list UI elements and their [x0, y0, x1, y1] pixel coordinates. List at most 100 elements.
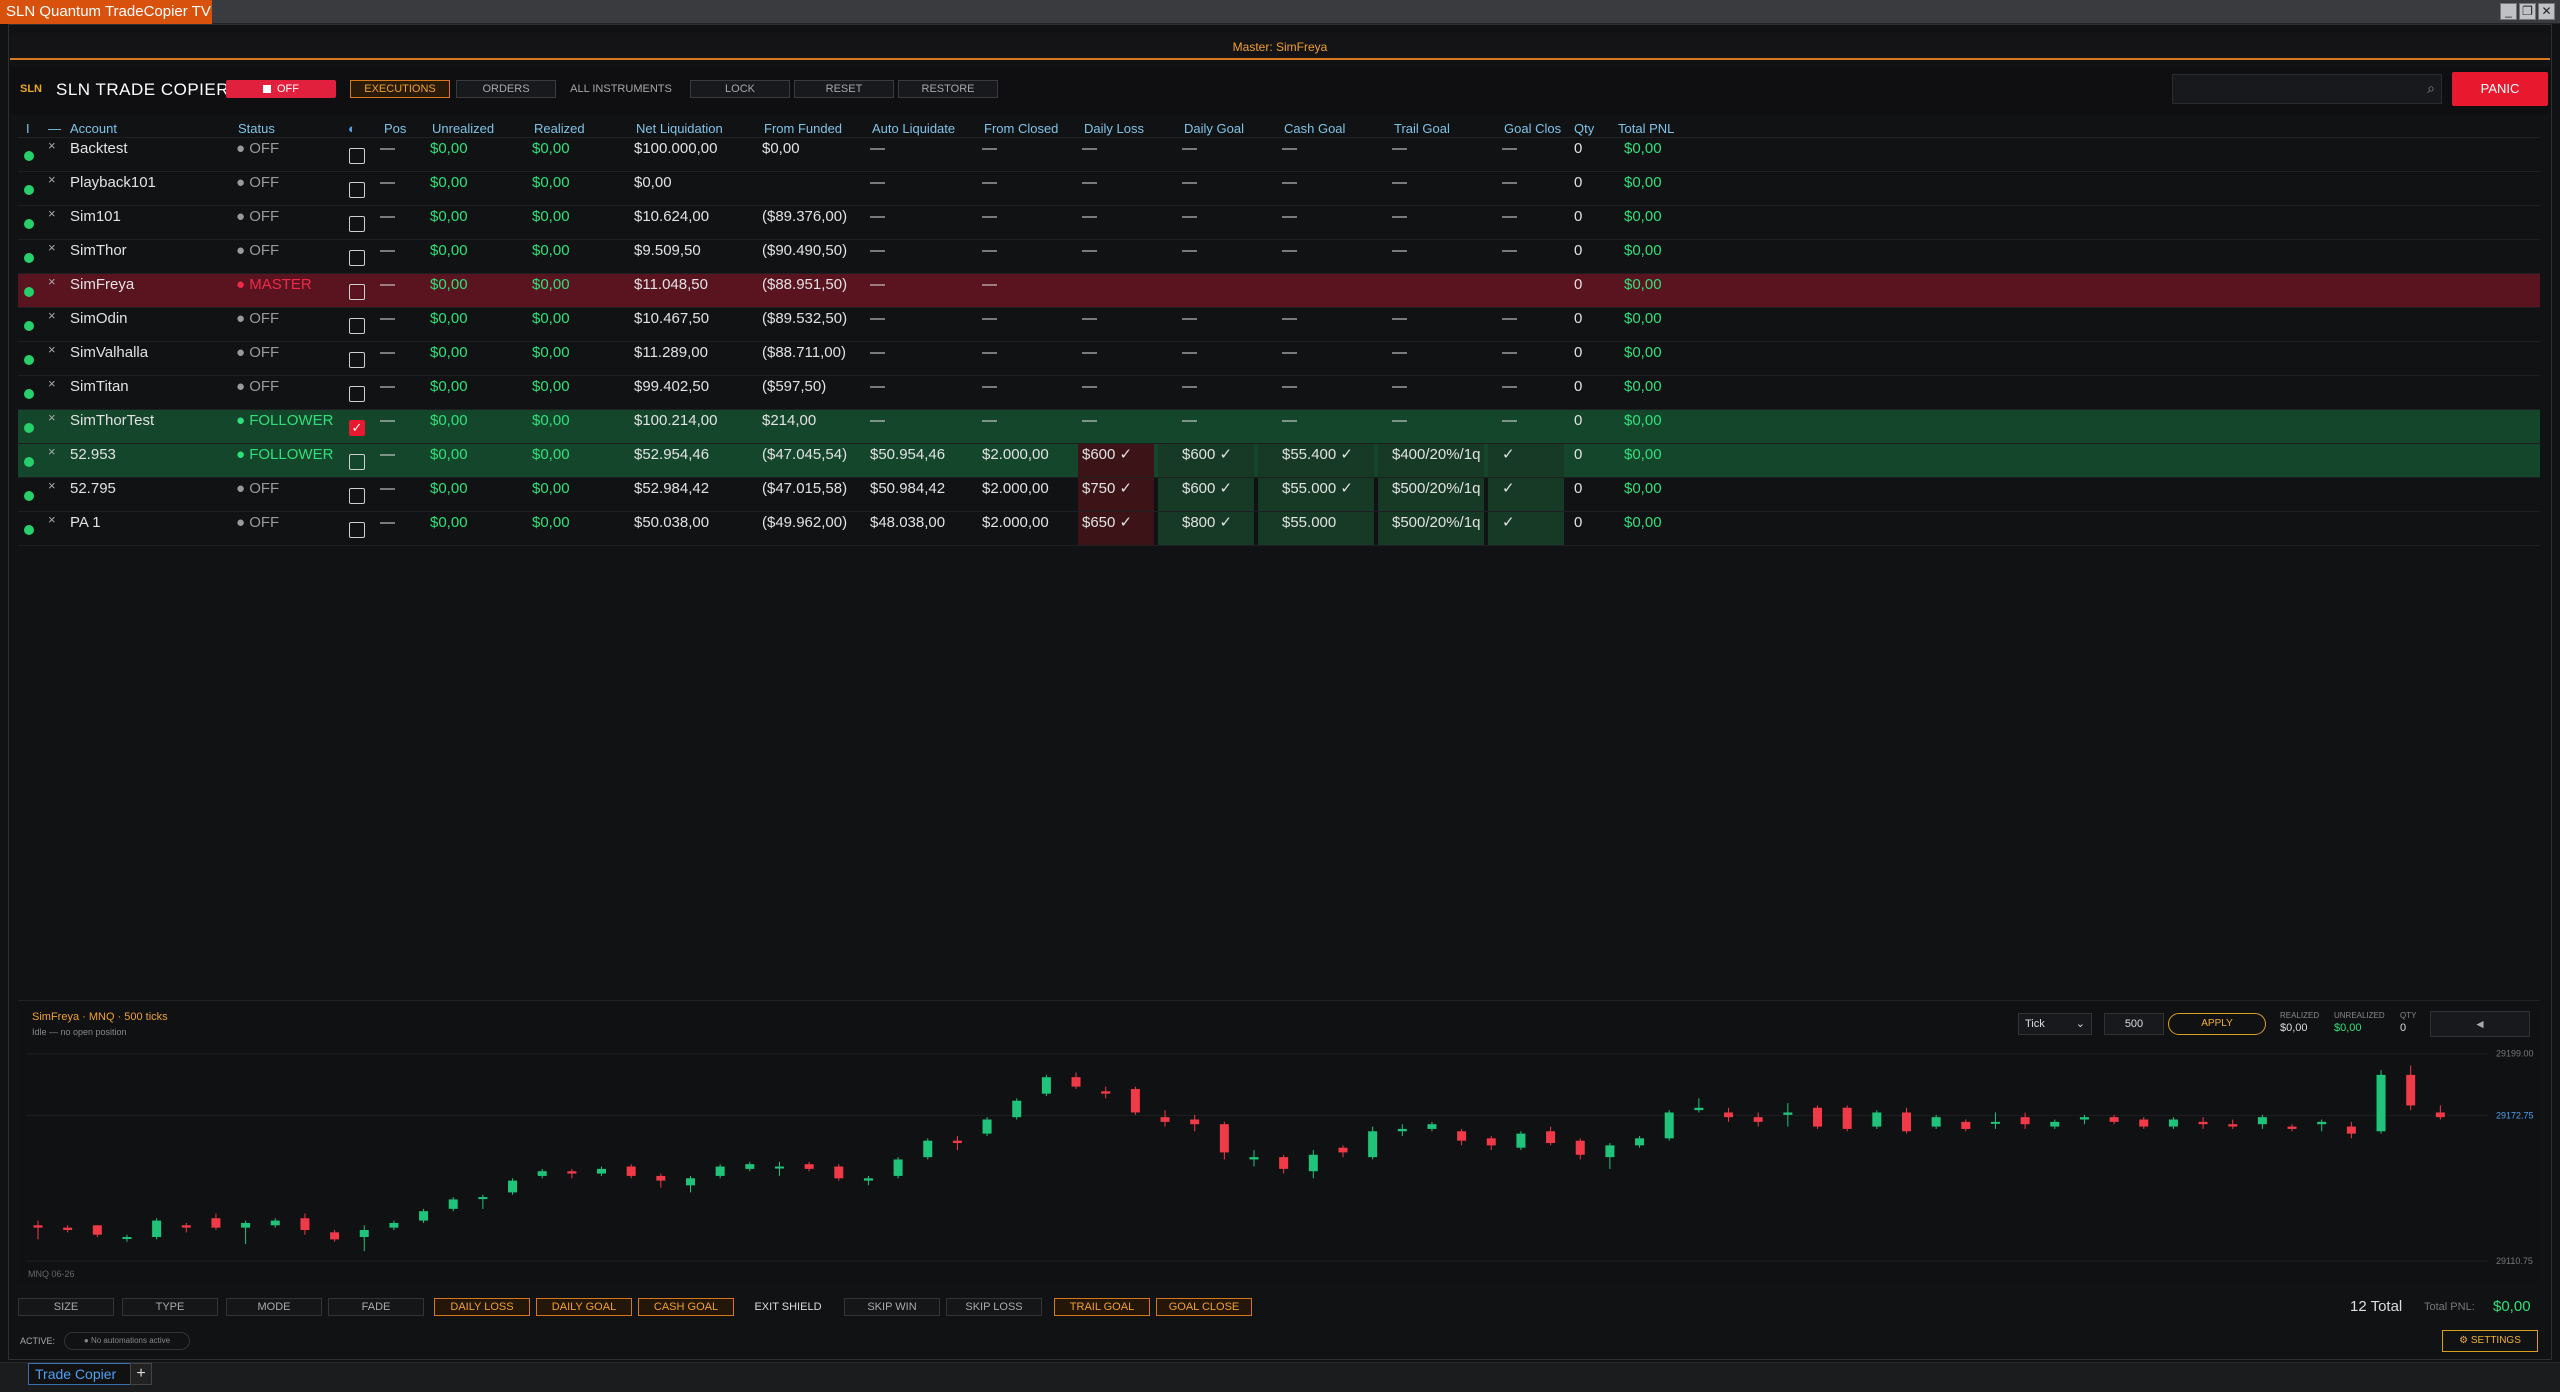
toolbar-trail-goal-button[interactable]: TRAIL GOAL — [1054, 1298, 1150, 1316]
toolbar-exit-shield-button[interactable]: EXIT SHIELD — [740, 1298, 836, 1316]
table-row[interactable]: × Playback101 ● OFF — $0,00 $0,00 $0,00 — — — — — — —… — [18, 172, 2540, 206]
cell-account[interactable]: Backtest — [70, 138, 128, 171]
shield-icon[interactable]: ◐ — [348, 121, 356, 136]
table-row[interactable]: × SimThor ● OFF — $0,00 $0,00 $9.509,50 ($90.49… — [18, 240, 2540, 274]
remove-account-icon[interactable]: × — [48, 271, 56, 304]
settings-button[interactable]: ⚙ SETTINGS — [2442, 1330, 2538, 1352]
tab-orders[interactable]: ORDERS — [456, 80, 556, 98]
remove-account-icon[interactable]: × — [48, 203, 56, 236]
toolbar-cash-goal-button[interactable]: CASH GOAL — [638, 1298, 734, 1316]
search-input[interactable]: ⌕ — [2172, 74, 2442, 104]
cell-account[interactable]: PA 1 — [70, 512, 101, 545]
copy-checkbox[interactable] — [349, 182, 365, 198]
toolbar-type-button[interactable]: TYPE — [122, 1298, 218, 1316]
remove-account-icon[interactable]: × — [48, 475, 56, 508]
collapse-button[interactable]: ◄ — [2430, 1011, 2530, 1037]
add-tab-button[interactable]: + — [130, 1363, 152, 1385]
cell-account[interactable]: 52.795 — [70, 478, 116, 511]
remove-account-icon[interactable]: × — [48, 237, 56, 270]
copy-checkbox[interactable] — [349, 318, 365, 334]
table-row[interactable]: × 52.953 ● FOLLOWER — $0,00 $0,00 $52.954,46 ($… — [18, 444, 2540, 478]
cell-account[interactable]: SimThor — [70, 240, 127, 273]
table-row[interactable]: × SimTitan ● OFF — $0,00 $0,00 $99.402,50 ($597… — [18, 376, 2540, 410]
table-row[interactable]: × SimOdin ● OFF — $0,00 $0,00 $10.467,50 ($89.5… — [18, 308, 2540, 342]
cell-account[interactable]: SimThorTest — [70, 410, 154, 443]
cell-account[interactable]: SimOdin — [70, 308, 128, 341]
toolbar-mode-button[interactable]: MODE — [226, 1298, 322, 1316]
column-header[interactable]: I — [26, 121, 30, 136]
cell-account[interactable]: Playback101 — [70, 172, 156, 205]
interval-value-input[interactable]: 500 — [2104, 1013, 2164, 1035]
column-header[interactable]: From Closed — [984, 121, 1058, 136]
toolbar-skip-loss-button[interactable]: SKIP LOSS — [946, 1298, 1042, 1316]
column-header[interactable]: Status — [238, 121, 275, 136]
cell-account[interactable]: Sim101 — [70, 206, 121, 239]
restore-settings-button[interactable]: RESTORE — [898, 80, 998, 98]
table-row[interactable]: × SimValhalla ● OFF — $0,00 $0,00 $11.289,00 ($… — [18, 342, 2540, 376]
column-header[interactable]: Pos — [384, 121, 406, 136]
tab-all-instruments[interactable]: ALL INSTRUMENTS — [562, 80, 680, 98]
toolbar-daily-loss-button[interactable]: DAILY LOSS — [434, 1298, 530, 1316]
toolbar-skip-win-button[interactable]: SKIP WIN — [844, 1298, 940, 1316]
column-header[interactable]: Daily Goal — [1184, 121, 1244, 136]
cell-account[interactable]: SimTitan — [70, 376, 129, 409]
panic-button[interactable]: PANIC — [2452, 72, 2548, 106]
column-header[interactable]: Auto Liquidate — [872, 121, 955, 136]
reset-button[interactable]: RESET — [794, 80, 894, 98]
remove-account-icon[interactable]: × — [48, 305, 56, 338]
column-header[interactable]: Trail Goal — [1394, 121, 1450, 136]
column-header[interactable]: Unrealized — [432, 121, 494, 136]
copy-checkbox[interactable] — [349, 216, 365, 232]
remove-account-icon[interactable]: × — [48, 509, 56, 542]
apply-button[interactable]: APPLY — [2168, 1013, 2266, 1035]
remove-account-icon[interactable]: × — [48, 339, 56, 372]
column-header[interactable]: Cash Goal — [1284, 121, 1345, 136]
toolbar-daily-goal-button[interactable]: DAILY GOAL — [536, 1298, 632, 1316]
copy-checkbox[interactable]: ✓ — [349, 420, 365, 436]
copier-toggle[interactable]: OFF — [226, 80, 336, 98]
toolbar-fade-button[interactable]: FADE — [328, 1298, 424, 1316]
minimize-button[interactable]: _ — [2500, 3, 2517, 20]
table-row[interactable]: × Backtest ● OFF — $0,00 $0,00 $100.000,00 $0,0… — [18, 138, 2540, 172]
table-row[interactable]: × 52.795 ● OFF — $0,00 $0,00 $52.984,42 ($47.01… — [18, 478, 2540, 512]
copy-checkbox[interactable] — [349, 250, 365, 266]
tab-executions[interactable]: EXECUTIONS — [350, 80, 450, 98]
table-row[interactable]: × PA 1 ● OFF — $0,00 $0,00 $50.038,00 ($49.962,… — [18, 512, 2540, 546]
remove-account-icon[interactable]: × — [48, 169, 56, 202]
interval-select[interactable]: Tick ⌄ — [2018, 1013, 2092, 1035]
column-header[interactable]: Total PNL — [1618, 121, 1674, 136]
cell-account[interactable]: SimFreya — [70, 274, 134, 307]
tab-trade-copier[interactable]: Trade Copier — [28, 1363, 140, 1385]
close-button[interactable]: ✕ — [2538, 3, 2555, 20]
copy-checkbox[interactable] — [349, 352, 365, 368]
column-header[interactable]: Net Liquidation — [636, 121, 723, 136]
remove-account-icon[interactable]: × — [48, 373, 56, 406]
copy-checkbox[interactable] — [349, 148, 365, 164]
copy-checkbox[interactable] — [349, 454, 365, 470]
column-header[interactable]: Goal Clos — [1504, 121, 1561, 136]
remove-account-icon[interactable]: × — [48, 135, 56, 168]
cell-account[interactable]: SimValhalla — [70, 342, 148, 375]
remove-account-icon[interactable]: × — [48, 441, 56, 474]
remove-account-icon[interactable]: × — [48, 407, 56, 440]
copy-checkbox[interactable] — [349, 284, 365, 300]
restore-button[interactable]: ❐ — [2519, 3, 2536, 20]
column-header[interactable]: Qty — [1574, 121, 1594, 136]
column-header[interactable]: From Funded — [764, 121, 842, 136]
lock-button[interactable]: LOCK — [690, 80, 790, 98]
cell-account[interactable]: 52.953 — [70, 444, 116, 477]
table-row[interactable]: × ✓ SimThorTest ● FOLLOWER — $0,00 $0,00 $100.2… — [18, 410, 2540, 444]
toolbar-size-button[interactable]: SIZE — [18, 1298, 114, 1316]
copy-checkbox[interactable] — [349, 488, 365, 504]
column-header[interactable]: Daily Loss — [1084, 121, 1144, 136]
table-row[interactable]: × Sim101 ● OFF — $0,00 $0,00 $10.624,00 ($89.37… — [18, 206, 2540, 240]
copy-checkbox[interactable] — [349, 522, 365, 538]
candlestick-chart[interactable]: 29199.00 29172.75 29110.75 MNQ 06-26 — [18, 1041, 2540, 1285]
table-row[interactable]: × SimFreya ● MASTER — $0,00 $0,00 $11.048,50 ($… — [18, 274, 2540, 308]
cell-net-liq: $52.984,42 — [634, 480, 710, 497]
column-header[interactable]: — — [48, 121, 61, 136]
toolbar-goal-close-button[interactable]: GOAL CLOSE — [1156, 1298, 1252, 1316]
copy-checkbox[interactable] — [349, 386, 365, 402]
column-header[interactable]: Account — [70, 121, 117, 136]
column-header[interactable]: Realized — [534, 121, 585, 136]
